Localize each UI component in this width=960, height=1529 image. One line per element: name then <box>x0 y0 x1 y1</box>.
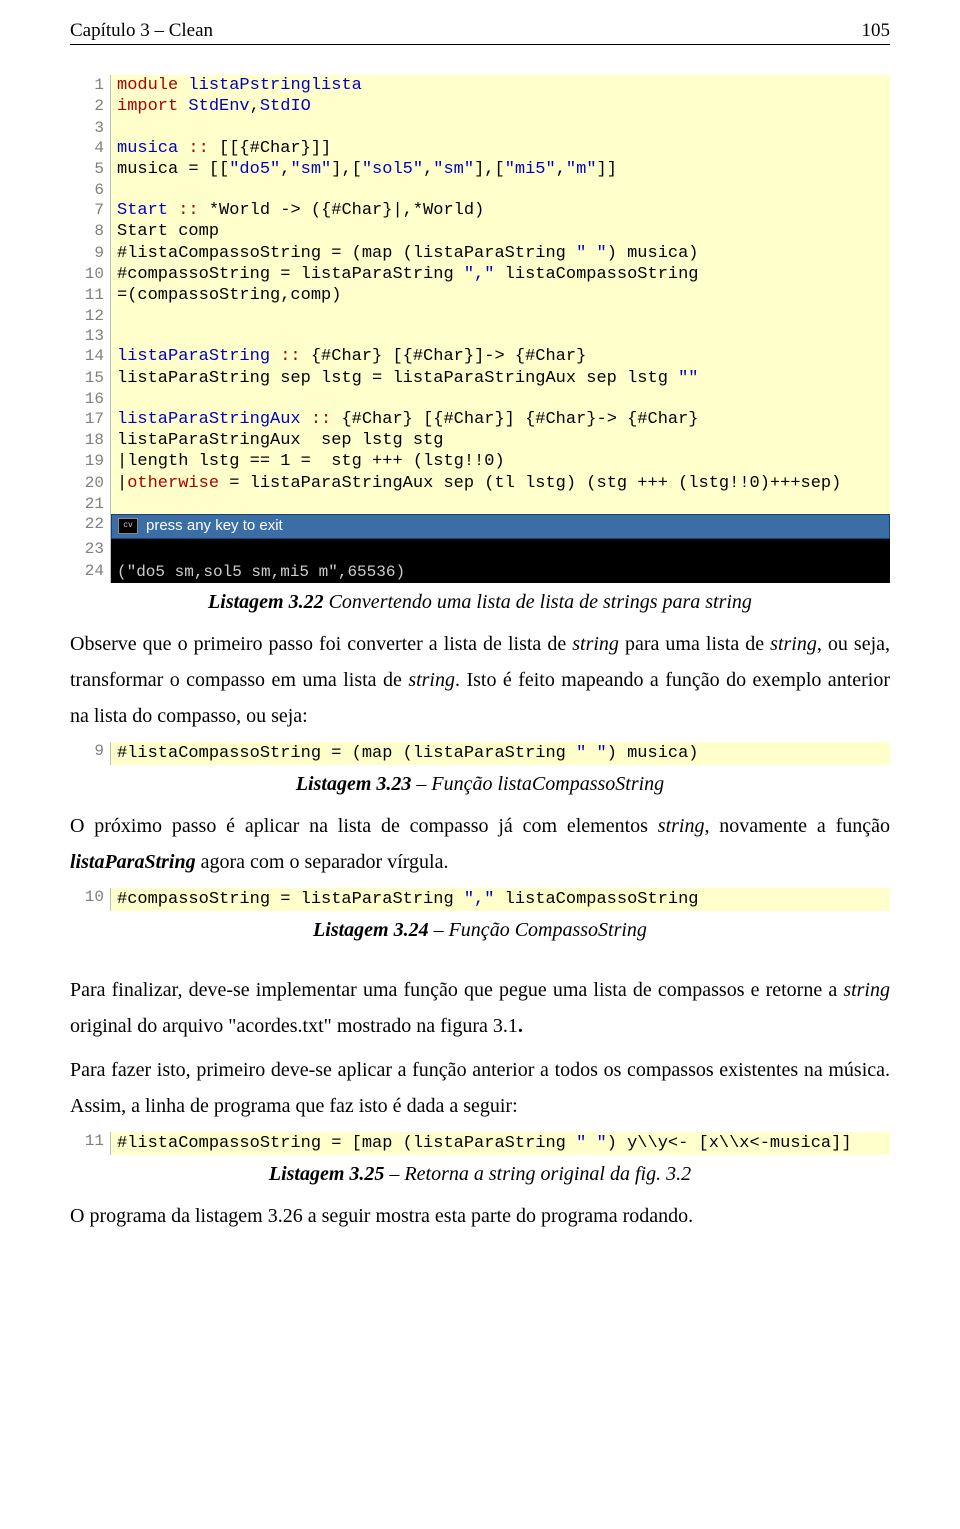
code-line-text: |length lstg == 1 = stg +++ (lstg!!0) <box>111 451 505 472</box>
code-line-text: listaParaString sep lstg = listaParaStri… <box>111 368 699 389</box>
paragraph-2: O próximo passo é aplicar na lista de co… <box>70 808 890 880</box>
page-header: Capítulo 3 – Clean 105 <box>70 20 890 45</box>
paragraph-1: Observe que o primeiro passo foi convert… <box>70 626 890 734</box>
code-line-text <box>111 180 117 200</box>
code-line-text <box>111 306 117 326</box>
code-snippet-3: 11 #listaCompassoString = [map (listaPar… <box>70 1132 890 1155</box>
code-line-text <box>111 389 117 409</box>
code-line-text: module listaPstringlista <box>111 75 362 96</box>
code-line-text <box>111 326 117 346</box>
code-line-text: listaParaStringAux sep lstg stg <box>111 430 443 451</box>
paragraph-5: O programa da listagem 3.26 a seguir mos… <box>70 1198 890 1234</box>
paragraph-3: Para finalizar, deve-se implementar uma … <box>70 972 890 1044</box>
code-line-text <box>111 118 117 138</box>
code-line-text: =(compassoString,comp) <box>111 285 341 306</box>
code-line-text <box>111 494 117 514</box>
code-line-text: import StdEnv,StdIO <box>111 96 311 117</box>
caption-3-23: Listagem 3.23 – Função listaCompassoStri… <box>70 773 890 796</box>
console-title-text: press any key to exit <box>146 517 283 536</box>
header-page-number: 105 <box>862 20 891 42</box>
code-snippet-1: 9 #listaCompassoString = (map (listaPara… <box>70 742 890 765</box>
code-line-text: Start comp <box>111 221 219 242</box>
code-line-text: Start :: *World -> ({#Char}|,*World) <box>111 200 484 221</box>
code-line-text: #compassoString = listaParaString "," li… <box>111 264 699 285</box>
cmd-icon: cv <box>118 518 138 534</box>
console-output-blank <box>111 539 890 561</box>
code-line-text: musica :: [[{#Char}]] <box>111 138 331 159</box>
paragraph-4: Para fazer isto, primeiro deve-se aplica… <box>70 1052 890 1124</box>
code-line-text: #listaCompassoString = (map (listaParaSt… <box>111 243 699 264</box>
code-listing-main: 1module listaPstringlista2import StdEnv,… <box>70 75 890 583</box>
code-line-text: listaParaStringAux :: {#Char} [{#Char}] … <box>111 409 699 430</box>
code-snippet-2: 10 #compassoString = listaParaString ","… <box>70 888 890 911</box>
caption-3-24: Listagem 3.24 – Função CompassoString <box>70 919 890 942</box>
console-output: ("do5 sm,sol5 sm,mi5 m",65536) <box>111 561 890 583</box>
caption-3-25: Listagem 3.25 – Retorna a string origina… <box>70 1163 890 1186</box>
console-title-bar: cv press any key to exit <box>111 514 890 539</box>
caption-3-22: Listagem 3.22 Convertendo uma lista de l… <box>70 591 890 614</box>
code-line-text: musica = [["do5","sm"],["sol5","sm"],["m… <box>111 159 617 180</box>
code-line-text: listaParaString :: {#Char} [{#Char}]-> {… <box>111 346 586 367</box>
code-line-text: |otherwise = listaParaStringAux sep (tl … <box>111 473 841 494</box>
header-chapter: Capítulo 3 – Clean <box>70 20 213 42</box>
